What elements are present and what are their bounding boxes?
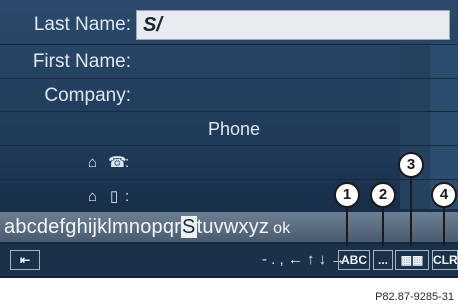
selected-letter[interactable]: S [181,216,197,238]
telephone-icon: ☎ [108,154,127,171]
last-name-label: Last Name: [33,14,131,35]
home-phone-label: : [125,154,130,171]
callout-3-leader [410,176,412,246]
callout-3: 3 [398,152,424,178]
last-name-input[interactable]: S/ [136,10,450,40]
home-phone-row[interactable]: ⌂ ☎ : [0,146,458,180]
callout-2: 2 [370,182,396,208]
back-icon[interactable]: ⇤ [10,250,40,270]
home-icon: ⌂ [88,188,98,205]
first-name-row[interactable]: First Name: [0,45,458,79]
home-icon: ⌂ [88,154,98,171]
callout-4-leader [443,206,445,246]
company-row[interactable]: Company: [0,79,458,113]
mobile-phone-icon: ▯ [110,188,119,205]
callout-1: 1 [334,182,360,208]
letter-row[interactable]: abcdefghijklmnopqrStuvwxyz ok [4,212,290,242]
callout-4: 4 [431,182,457,208]
more-button[interactable]: ... [373,250,393,270]
home-mobile-label: : [125,188,130,205]
character-bar[interactable]: abcdefghijklmnopqrStuvwxyz ok [0,212,458,242]
ok-key[interactable]: ok [273,220,290,237]
company-label: Company: [44,85,131,106]
letters-after[interactable]: tuvwxyz [197,216,270,238]
keyboard-language-icon[interactable]: ▦▦ [395,250,429,270]
callout-2-leader [382,206,384,246]
bottom-bar: ⇤ - . , ← ↑ ↓ → ABC ... ▦▦ CLR [0,244,458,276]
abc-button[interactable]: ABC [338,250,370,270]
letters-before[interactable]: abcdefghijklmnopqr [4,216,181,238]
phone-heading: Phone [208,119,261,139]
figure-caption: P82.87-9285-31 [375,291,454,303]
symbol-keys[interactable]: - . , ← ↑ ↓ → [262,249,345,271]
first-name-label: First Name: [32,51,131,72]
callout-1-leader [346,206,348,246]
clr-button[interactable]: CLR [432,250,458,270]
display-screen: Last Name: S/ First Name: Company: Phone… [0,0,458,278]
